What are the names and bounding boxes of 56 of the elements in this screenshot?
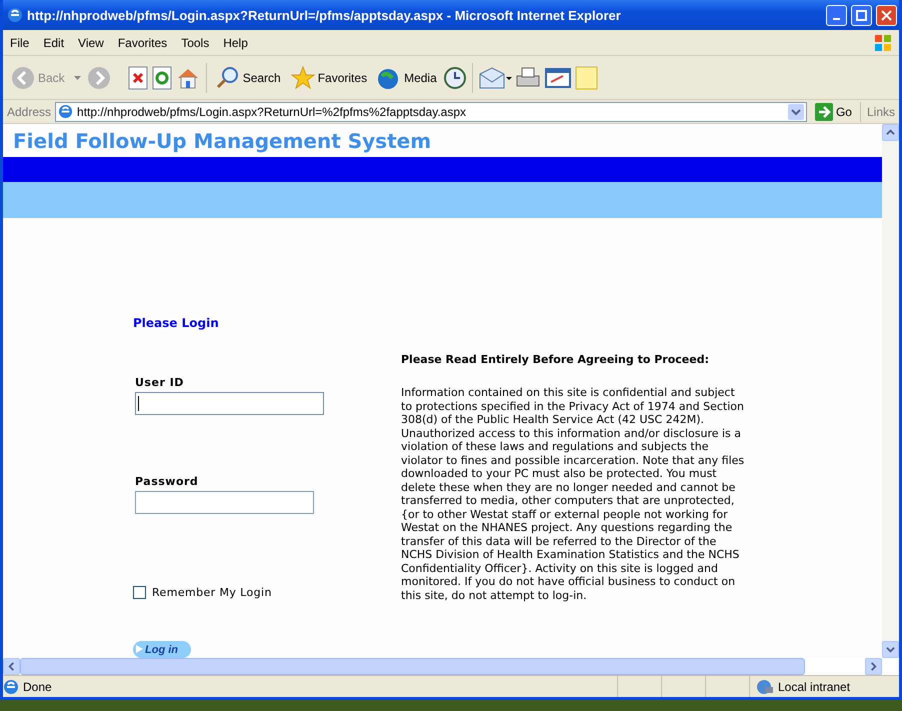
checkbox-label: Remember My Login [152,586,272,599]
history-icon[interactable] [442,66,467,90]
network-globe-icon [756,678,774,694]
notice-text: Information contained on this site is confidential and subject to protections specified in the Privacy Act of 1974 and Section 308(d) of the Public Health Service Act (42 USC 242M). Unauthorized access to this information and/or disclosure is a violation of these laws and regulations and subjects the violator to fines and possible incarceration. Note that any files downloaded to your PC must also be protected. You must delete these when they are no longer needed and cannot be transferred to media, other computers that are unprotected, {or to other Westat staff or external people not working for Westat on the NHANES project. Any questions regarding the transfer of this data will be referred to the Director of the NCHS Division of Health Examination Statistics and the NCHS Confidentiality Officer}. Activity on this site is logged and monitored. If you do not have official business to conduct on this site, do not attempt to log-in. [401,386,746,602]
globe-e-icon [3,678,19,694]
maximize-icon [856,10,867,20]
window-title: http://nhprodweb/pfms/Login.aspx?ReturnUrl=/pfms/apptsday.aspx - Microsoft Internet Explorer [27,8,622,22]
media-button[interactable]: Media [373,64,441,92]
menu-item[interactable]: View [71,34,111,52]
printer-icon[interactable] [514,66,542,90]
page-title: Field Follow-Up Management System [12,128,432,155]
login-button[interactable]: Log in [133,641,191,658]
menu-item[interactable]: Tools [174,34,216,52]
input-field[interactable] [135,491,314,514]
address-label: Address [7,104,52,118]
field-label: Password [135,475,200,488]
close-button[interactable] [876,4,897,26]
status-text: Done [22,680,53,694]
menu-item[interactable]: Edit [36,34,72,52]
favorites-button[interactable]: Favorites [286,64,372,92]
search-icon [216,66,240,90]
maximize-button[interactable] [851,4,872,26]
search-button[interactable]: Search [212,64,285,92]
dropdown-caret-icon[interactable] [788,104,804,120]
close-icon [881,10,892,20]
login-heading: Please Login [133,316,220,330]
globe-e-icon [58,104,74,119]
menu-item[interactable]: Favorites [110,34,174,52]
scroll-down-icon[interactable] [886,645,895,654]
globe-e-icon [7,7,23,23]
stop-icon[interactable] [126,66,149,90]
refresh-icon[interactable] [150,66,173,90]
input-field[interactable] [135,392,324,415]
notice-heading: Please Read Entirely Before Agreeing to Proceed: [401,353,710,366]
remember-checkbox[interactable] [133,586,146,599]
go-button[interactable]: Go [810,100,856,122]
star-icon [290,66,315,90]
address-field[interactable]: http://nhprodweb/pfms/Login.aspx?ReturnUrl=%2fpfms%2fapptsday.aspx [55,102,807,122]
minimize-icon [833,18,840,20]
envelope-icon[interactable] [478,66,512,90]
links-label[interactable]: Links [864,104,897,118]
edit-icon[interactable] [544,66,572,90]
menu-item[interactable]: Help [216,34,255,52]
horizontal-scrollbar[interactable] [3,658,899,675]
scroll-left-icon[interactable] [7,662,16,671]
vertical-scrollbar[interactable] [882,124,899,658]
arrow-right-icon [814,102,833,120]
minimize-button[interactable] [826,4,847,26]
scroll-right-icon[interactable] [869,662,878,671]
security-zone-label: Local intranet [778,680,850,694]
windows-flag-icon [873,34,893,52]
scroll-up-icon[interactable] [886,128,895,137]
play-icon [136,645,143,653]
caret-icon [74,76,81,80]
field-label: User ID [135,376,185,389]
menu-item[interactable]: File [3,34,36,52]
